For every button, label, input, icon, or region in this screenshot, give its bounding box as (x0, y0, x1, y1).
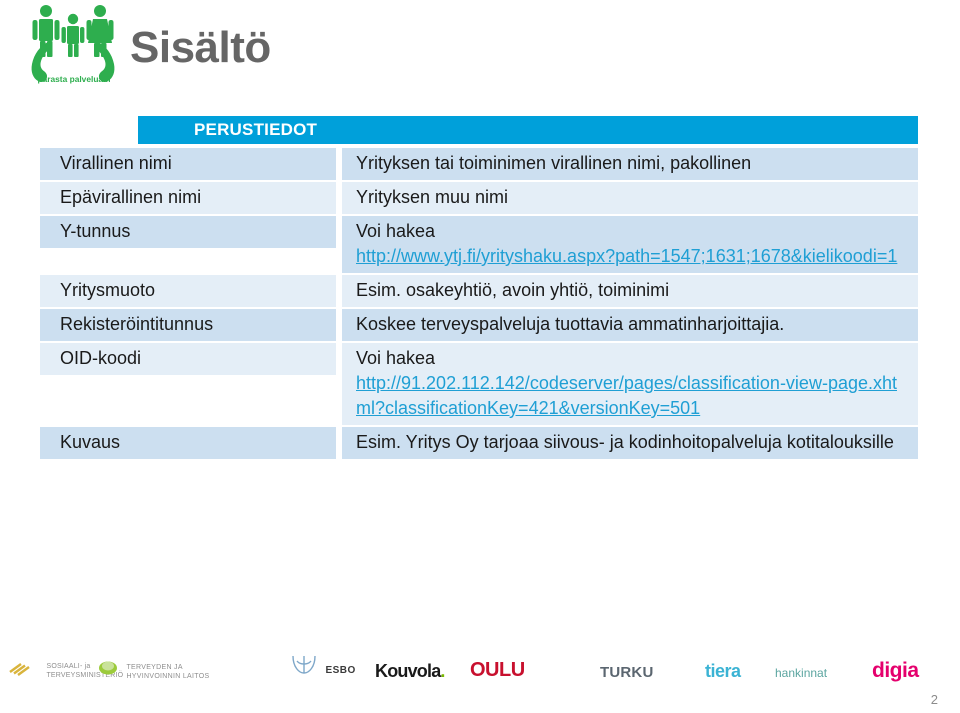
tiera-logo: tiera (705, 661, 741, 682)
row-value: Yrityksen muu nimi (342, 182, 918, 214)
espoo-logo: ESBO (290, 653, 356, 680)
row-label: Rekisteröintitunnus (40, 309, 336, 341)
row-value-text: Esim. osakeyhtiö, avoin yhtiö, toiminimi (356, 280, 670, 300)
row-value-text: Yrityksen tai toiminimen virallinen nimi… (356, 153, 752, 173)
table-row: Yritysmuoto Esim. osakeyhtiö, avoin yhti… (40, 275, 918, 307)
ytj-hyperlink[interactable]: http://www.ytj.fi/yrityshaku.aspx?path=1… (356, 244, 910, 269)
svg-text:parasta palvelua.fi: parasta palvelua.fi (37, 74, 110, 84)
hankinnat-logo-text: hankinnat (775, 666, 828, 680)
row-value-text: Yrityksen muu nimi (356, 187, 509, 207)
row-value: Voi hakea http://www.ytj.fi/yrityshaku.a… (342, 216, 918, 273)
espoo-logo-text: ESBO (325, 665, 356, 677)
table-row: Kuvaus Esim. Yritys Oy tarjoaa siivous- … (40, 427, 918, 459)
row-label: Yritysmuoto (40, 275, 336, 307)
codeserver-hyperlink[interactable]: http://91.202.112.142/codeserver/pages/c… (356, 371, 910, 421)
table-header-bar: PERUSTIEDOT (138, 116, 918, 144)
page-number: 2 (930, 692, 938, 707)
table-row: OID-koodi Voi hakea http://91.202.112.14… (40, 343, 918, 425)
table-row: Virallinen nimi Yrityksen tai toiminimen… (40, 148, 918, 180)
turku-logo: TURKU (600, 664, 654, 681)
turku-logo-text: TURKU (600, 664, 654, 681)
table-body: Virallinen nimi Yrityksen tai toiminimen… (40, 148, 918, 461)
oulu-logo: OULU (470, 659, 525, 682)
kouvola-logo-text: Kouvola (375, 661, 441, 681)
hankinnat-logo: hankinnat (775, 666, 827, 680)
row-value: Yrityksen tai toiminimen virallinen nimi… (342, 148, 918, 180)
kouvola-dot-icon: . (440, 661, 445, 681)
thl-logo-text: TERVEYDEN JA HYVINVOINNIN LAITOS (126, 663, 210, 680)
row-value-text: Esim. Yritys Oy tarjoaa siivous- ja kodi… (356, 432, 894, 452)
thl-leaf-icon (98, 661, 122, 680)
row-label: Kuvaus (40, 427, 336, 459)
thl-logo: TERVEYDEN JA HYVINVOINNIN LAITOS (98, 658, 209, 681)
row-value: Esim. osakeyhtiö, avoin yhtiö, toiminimi (342, 275, 918, 307)
slide-header: parasta palvelua.fi Sisältö (0, 0, 960, 110)
oulu-logo-text: OULU (470, 659, 525, 681)
page-title: Sisältö (130, 23, 271, 72)
kouvola-logo: Kouvola. (375, 661, 445, 682)
digia-logo-text: digia (872, 659, 919, 682)
espoo-arc-icon (290, 655, 322, 679)
tiera-logo-text: tiera (705, 661, 741, 681)
row-value-text: Voi hakea (356, 348, 436, 368)
parasta-palvelua-logo: parasta palvelua.fi (18, 2, 130, 86)
row-value: Koskee terveyspalveluja tuottavia ammati… (342, 309, 918, 341)
slide-footer: SOSIAALI- ja TERVEYSMINISTERIÖ TERVEYDEN… (0, 635, 960, 713)
table-row: Rekisteröintitunnus Koskee terveyspalvel… (40, 309, 918, 341)
table-header-label: PERUSTIEDOT (194, 120, 318, 139)
table-row: Epävirallinen nimi Yrityksen muu nimi (40, 182, 918, 214)
row-value: Voi hakea http://91.202.112.142/codeserv… (342, 343, 918, 425)
row-value-text: Voi hakea (356, 221, 436, 241)
table-row: Y-tunnus Voi hakea http://www.ytj.fi/yri… (40, 216, 918, 273)
row-label: Y-tunnus (40, 216, 336, 248)
row-value: Esim. Yritys Oy tarjoaa siivous- ja kodi… (342, 427, 918, 459)
row-label: Virallinen nimi (40, 148, 336, 180)
digia-logo: digia (872, 659, 919, 683)
row-label: OID-koodi (40, 343, 336, 375)
stm-wave-icon (8, 660, 38, 681)
row-label: Epävirallinen nimi (40, 182, 336, 214)
row-value-text: Koskee terveyspalveluja tuottavia ammati… (356, 314, 785, 334)
